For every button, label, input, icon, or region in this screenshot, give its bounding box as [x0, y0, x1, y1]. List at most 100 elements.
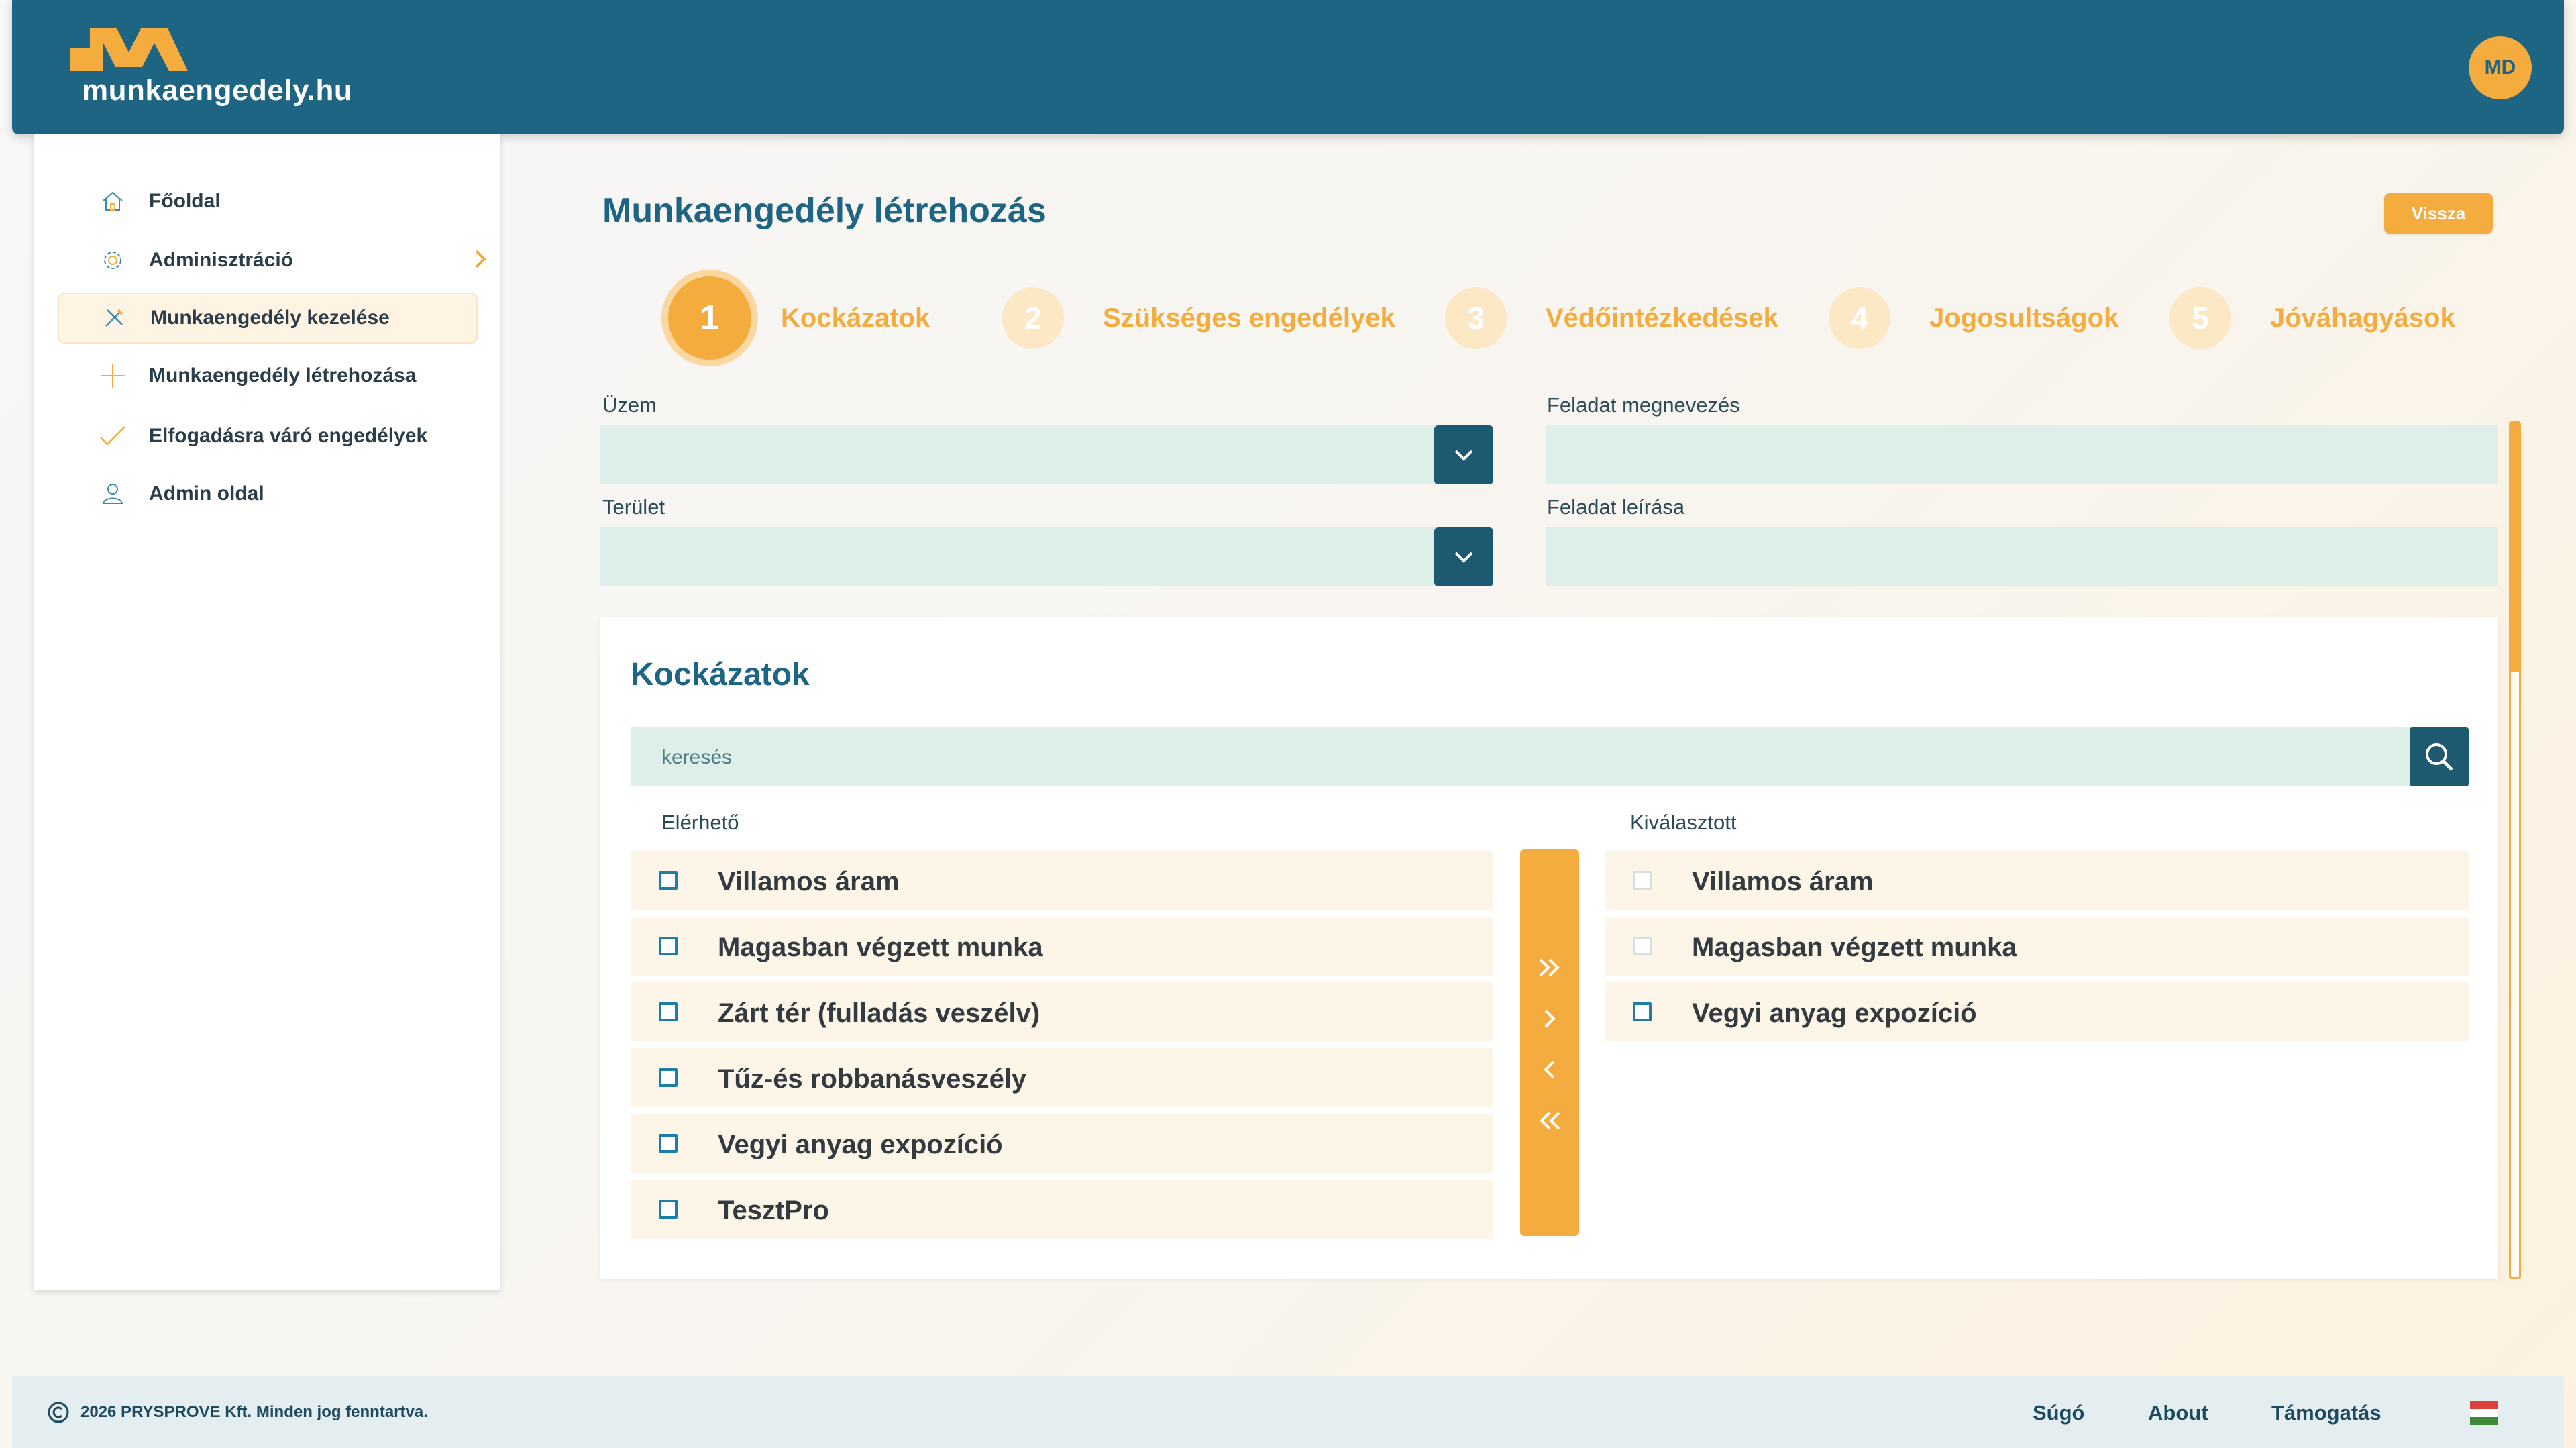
selected-label: Kiválasztott: [1630, 811, 1737, 834]
scrollbar-thumb[interactable]: [2511, 423, 2519, 672]
step-5-circle[interactable]: 5: [2169, 287, 2231, 349]
search-button[interactable]: [2410, 727, 2469, 786]
selected-list-item[interactable]: Villamos áram: [1605, 851, 2469, 910]
sidebar-item-label: Főoldal: [149, 190, 221, 212]
checkbox[interactable]: [659, 1002, 678, 1021]
step-5-label[interactable]: Jóváhagyások: [2270, 303, 2455, 333]
step-1-label[interactable]: Kockázatok: [781, 303, 930, 333]
check-icon: [99, 423, 126, 450]
selected-list-item[interactable]: Vegyi anyag expozíció: [1605, 982, 2469, 1041]
search-icon: [2426, 743, 2453, 771]
copyright-text: 2026 PRYSPROVE Kft. Minden jog fenntartv…: [80, 1403, 428, 1421]
move-right-button[interactable]: [1534, 1002, 1566, 1035]
move-all-right-button[interactable]: [1534, 951, 1566, 984]
logo-mark-icon[interactable]: [70, 28, 188, 74]
logo-text[interactable]: munkaengedely.hu: [82, 74, 352, 107]
back-button[interactable]: Vissza: [2384, 193, 2493, 234]
chevron-right-icon: [1544, 1009, 1556, 1028]
step-2-circle[interactable]: 2: [1002, 287, 1064, 349]
area-label: Terület: [602, 495, 665, 519]
risks-title: Kockázatok: [631, 657, 810, 692]
list-item[interactable]: Zárt tér (fulladás veszélv): [631, 982, 1493, 1041]
list-item-label: TesztPro: [718, 1196, 829, 1225]
transfer-controls: [1520, 849, 1579, 1236]
list-item[interactable]: TesztPro: [631, 1180, 1493, 1239]
checkbox[interactable]: [659, 1134, 678, 1153]
plant-label: Üzem: [602, 393, 657, 417]
step-1-circle[interactable]: 1: [661, 270, 758, 366]
page-title: Munkaengedély létrehozás: [602, 191, 1046, 230]
sidebar-item-label: Adminisztráció: [149, 249, 294, 271]
sidebar-item-permit-management[interactable]: Munkaengedély kezelése: [58, 293, 478, 344]
step-3-label[interactable]: Védőintézkedések: [1546, 303, 1778, 333]
list-item-label: Magasban végzett munka: [718, 933, 1043, 962]
search-placeholder: keresés: [661, 746, 733, 768]
top-header: munkaengedely.hu MD: [12, 0, 2564, 134]
copyright: 2026 PRYSPROVE Kft. Minden jog fenntartv…: [47, 1401, 428, 1424]
available-label: Elérhető: [661, 811, 739, 834]
list-item-label: Magasban végzett munka: [1692, 933, 2017, 962]
sidebar-item-label: Munkaengedély létrehozása: [149, 364, 417, 386]
list-item-label: Vegyi anyag expozíció: [1692, 998, 1977, 1028]
step-4-circle[interactable]: 4: [1829, 287, 1890, 349]
chevron-down-icon: [1454, 552, 1473, 563]
scrollbar[interactable]: [2509, 421, 2521, 1279]
plus-icon: [99, 362, 126, 389]
task-desc-label: Feladat leírása: [1547, 495, 1685, 519]
chevron-right-icon[interactable]: [472, 247, 488, 274]
sidebar-item-label: Admin oldal: [149, 482, 264, 505]
task-name-label: Feladat megnevezés: [1547, 393, 1740, 417]
list-item-label: Tűz-és robbanásveszély: [718, 1064, 1027, 1094]
support-link[interactable]: Támogatás: [2271, 1401, 2381, 1425]
step-3-circle[interactable]: 3: [1445, 287, 1507, 349]
sidebar-item-home[interactable]: Főoldal: [58, 176, 478, 227]
checkbox[interactable]: [659, 871, 678, 890]
sidebar-item-administration[interactable]: Adminisztráció: [58, 235, 486, 286]
double-chevron-right-icon: [1539, 958, 1560, 977]
list-item[interactable]: Villamos áram: [631, 851, 1493, 910]
area-dropdown-button[interactable]: [1434, 527, 1493, 586]
checkbox[interactable]: [659, 1200, 678, 1219]
copyright-icon: [48, 1402, 69, 1423]
list-item-label: Zárt tér (fulladás veszélv): [718, 998, 1040, 1028]
search-input[interactable]: keresés: [631, 727, 2469, 786]
sidebar-item-pending-permits[interactable]: Elfogadásra váró engedélyek: [58, 411, 478, 462]
checkbox[interactable]: [659, 1068, 678, 1087]
gear-icon: [99, 247, 126, 274]
list-item[interactable]: Magasban végzett munka: [631, 917, 1493, 976]
checkbox[interactable]: [659, 937, 678, 955]
chevron-left-icon: [1544, 1060, 1555, 1079]
sidebar-item-label: Elfogadásra váró engedélyek: [149, 425, 428, 447]
step-4-label[interactable]: Jogosultságok: [1929, 303, 2118, 333]
sidebar-item-label: Munkaengedély kezelése: [150, 307, 390, 329]
step-2-label[interactable]: Szükséges engedélyek: [1103, 303, 1395, 333]
user-icon: [99, 480, 126, 507]
move-all-left-button[interactable]: [1534, 1104, 1566, 1137]
checkbox: [1633, 937, 1652, 955]
about-link[interactable]: About: [2148, 1401, 2208, 1425]
footer: 2026 PRYSPROVE Kft. Minden jog fenntartv…: [12, 1376, 2564, 1448]
list-item-label: Villamos áram: [718, 867, 900, 896]
help-link[interactable]: Súgó: [2033, 1401, 2085, 1425]
move-left-button[interactable]: [1534, 1053, 1566, 1086]
chevron-down-icon: [1454, 450, 1473, 461]
tools-icon: [101, 305, 127, 331]
sidebar-item-admin-page[interactable]: Admin oldal: [58, 468, 478, 519]
hungary-flag-icon[interactable]: [2470, 1401, 2498, 1425]
list-item[interactable]: Vegyi anyag expozíció: [631, 1114, 1493, 1173]
plant-select[interactable]: [600, 425, 1492, 484]
list-item-label: Villamos áram: [1692, 867, 1874, 896]
home-icon: [99, 188, 126, 215]
plant-dropdown-button[interactable]: [1434, 425, 1493, 484]
double-chevron-left-icon: [1540, 1111, 1560, 1130]
task-name-input[interactable]: [1546, 425, 2498, 484]
user-avatar[interactable]: MD: [2469, 36, 2532, 99]
risks-card: Kockázatok keresés Elérhető Kiválasztott…: [600, 617, 2498, 1279]
checkbox[interactable]: [1633, 1002, 1652, 1021]
task-description-input[interactable]: [1546, 527, 2498, 586]
sidebar-item-create-permit[interactable]: Munkaengedély létrehozása: [58, 350, 478, 401]
list-item[interactable]: Tűz-és robbanásveszély: [631, 1048, 1493, 1107]
area-select[interactable]: [600, 527, 1492, 586]
selected-list-item[interactable]: Magasban végzett munka: [1605, 917, 2469, 976]
list-item-label: Vegyi anyag expozíció: [718, 1130, 1003, 1159]
